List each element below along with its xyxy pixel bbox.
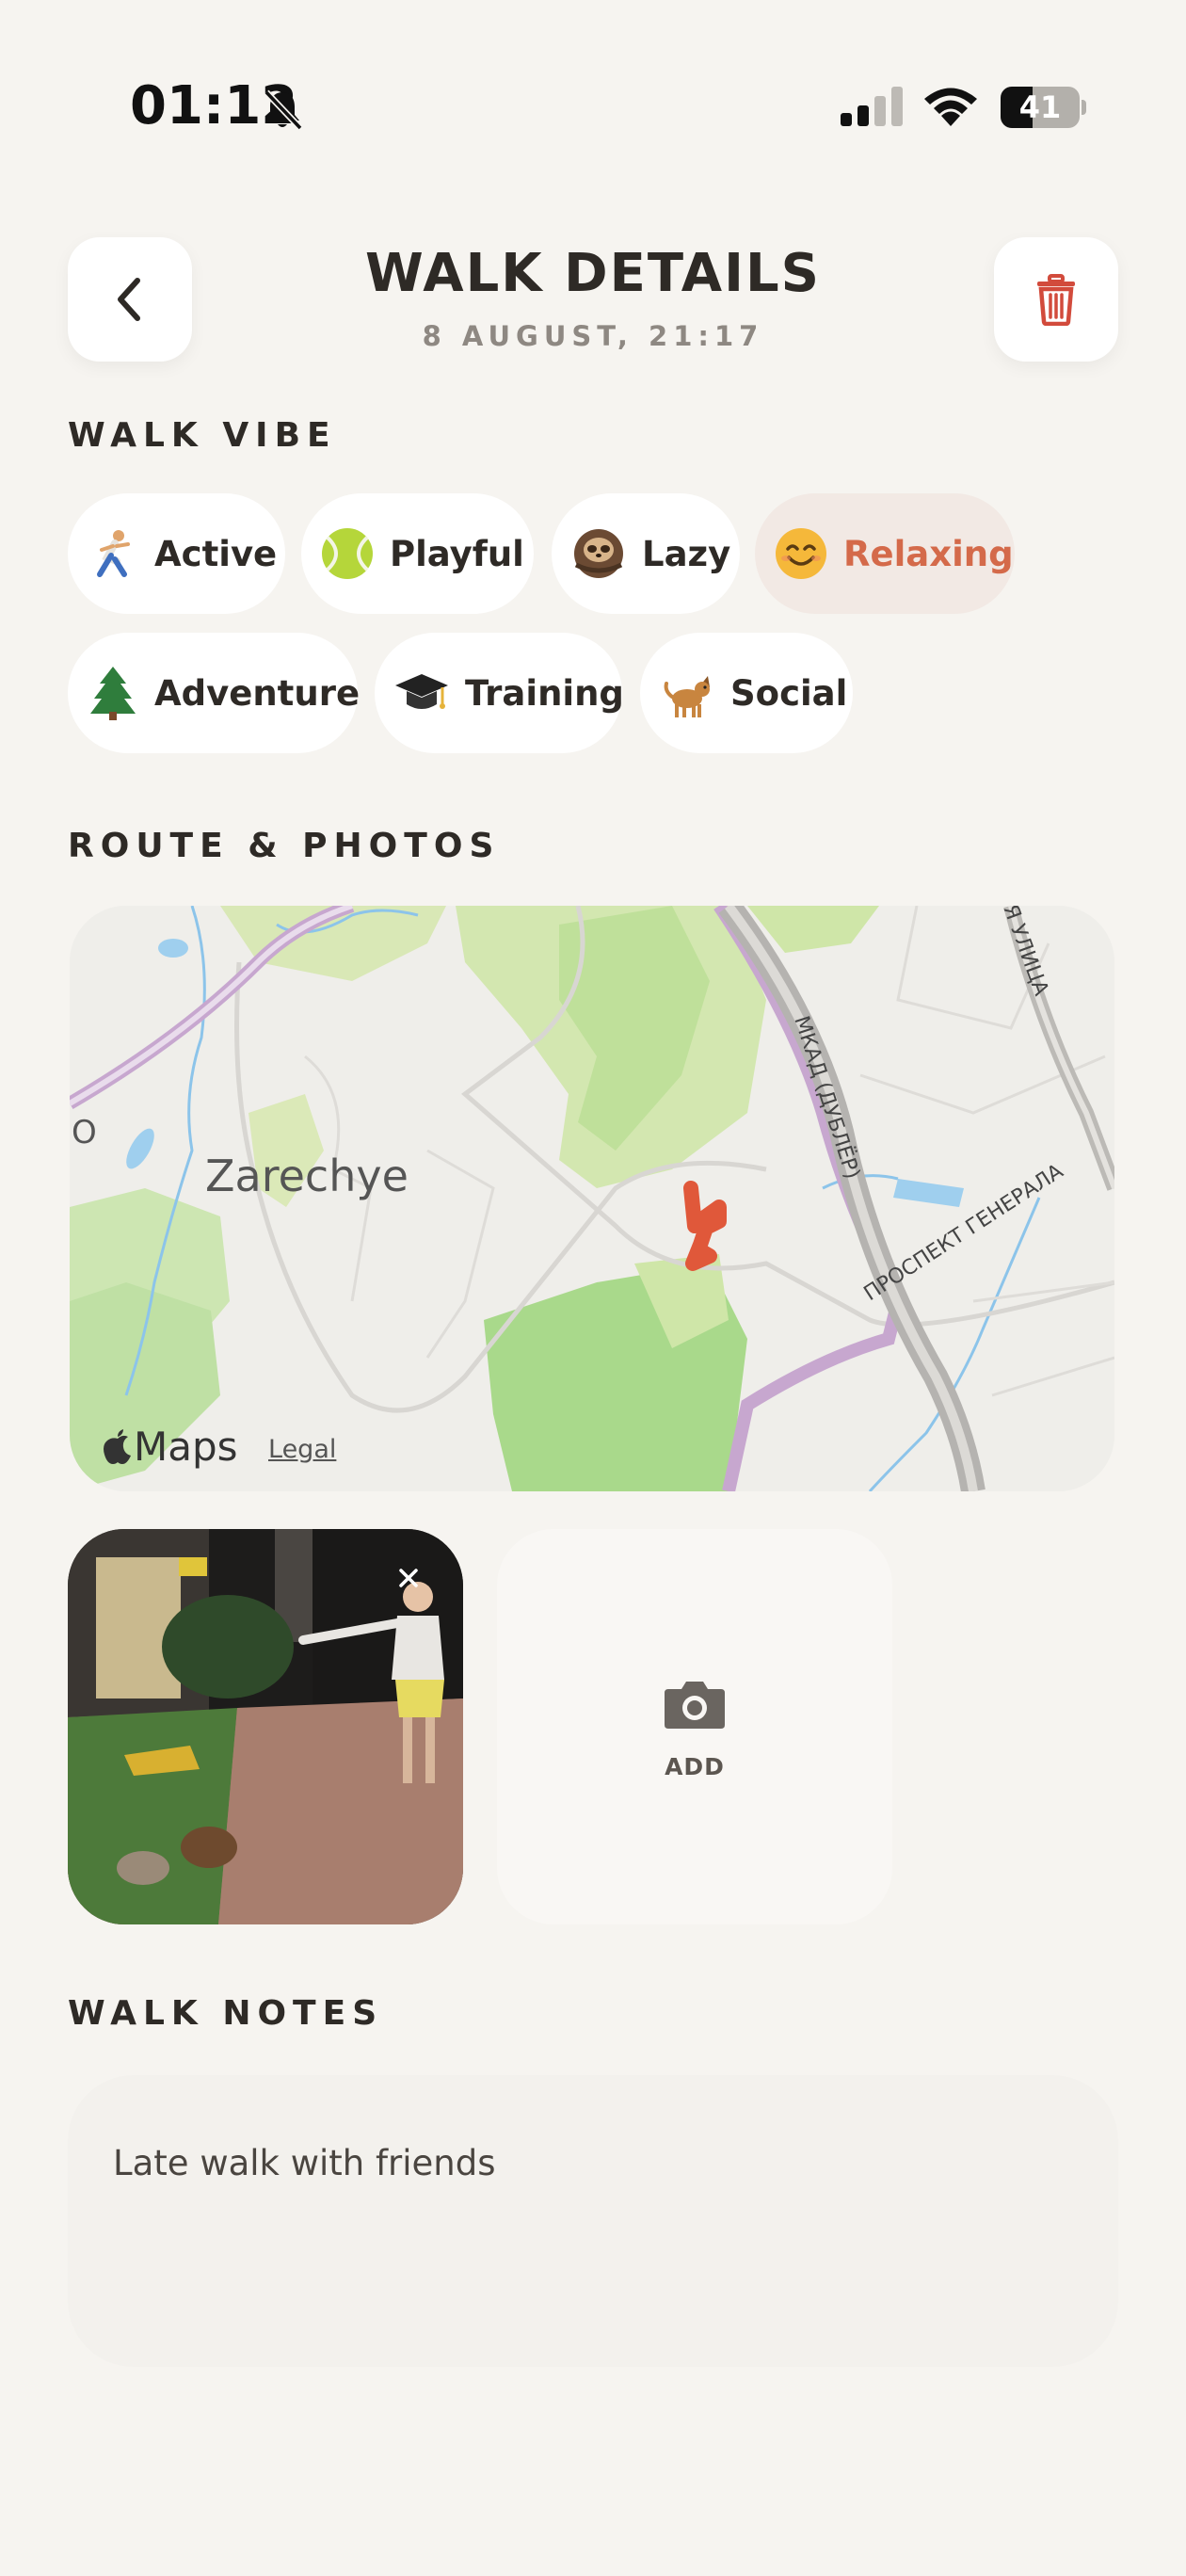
map-place-label: Zarechye [205, 1151, 409, 1201]
vibe-chip-label: Training [465, 672, 624, 714]
bell-slash-icon [264, 89, 303, 131]
vibe-chip-relaxing[interactable]: Relaxing [755, 493, 1015, 614]
sloth-icon [570, 525, 627, 582]
vibe-chip-label: Adventure [154, 672, 361, 714]
graduation-cap-icon [393, 665, 450, 721]
runner-icon [87, 525, 139, 582]
vibe-chip-adventure[interactable]: Adventure [68, 633, 361, 753]
vibe-chip-label: Relaxing [843, 533, 1014, 574]
vibe-chip-lazy[interactable]: Lazy [552, 493, 740, 614]
dog-icon [659, 665, 715, 721]
trash-icon [1037, 274, 1075, 326]
camera-icon [665, 1682, 725, 1729]
battery-percent: 41 [1018, 89, 1062, 125]
vibe-chip-training[interactable]: Training [375, 633, 624, 753]
vibe-chip-label: Social [730, 672, 848, 714]
wifi-icon [924, 88, 977, 126]
legal-link[interactable]: Legal [268, 1435, 336, 1464]
apple-logo-icon [104, 1428, 131, 1464]
walk-notes-text[interactable]: Late walk with friends [113, 2143, 495, 2183]
map-edge-label: O [72, 1114, 97, 1151]
walk-notes-label: WALK NOTES [68, 1994, 384, 2033]
delete-button[interactable] [994, 237, 1118, 362]
walk-notes-field[interactable] [68, 2075, 1118, 2367]
close-icon [399, 1569, 418, 1587]
signal-icon [841, 87, 903, 126]
vibe-chip-label: Active [154, 533, 278, 574]
vibe-chip-social[interactable]: Social [640, 633, 853, 753]
smiling-face-icon [774, 525, 828, 582]
add-photo-label: ADD [665, 1753, 725, 1780]
apple-maps-attribution: Maps [102, 1424, 238, 1470]
vibe-chip-label: Lazy [642, 533, 731, 574]
vibe-chip-playful[interactable]: Playful [301, 493, 534, 614]
vibe-chip-label: Playful [390, 533, 524, 574]
evergreen-tree-icon [87, 665, 139, 721]
remove-photo-button[interactable] [390, 1559, 427, 1597]
battery-tip [1082, 100, 1086, 115]
vibe-chip-active[interactable]: Active [68, 493, 285, 614]
status-bar: 01:12 41 [0, 0, 1186, 217]
walk-vibe-label: WALK VIBE [68, 416, 337, 455]
tennis-ball-icon [320, 525, 375, 582]
route-photos-label: ROUTE & PHOTOS [68, 827, 501, 865]
battery-indicator: 41 [1001, 87, 1086, 128]
maps-attribution-text: Maps [134, 1424, 238, 1470]
